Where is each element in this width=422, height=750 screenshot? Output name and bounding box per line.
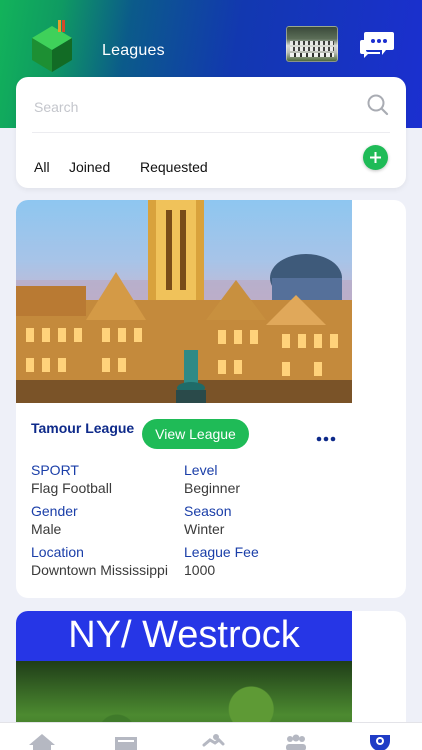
plus-icon — [370, 152, 381, 163]
search-icon[interactable] — [366, 93, 390, 117]
more-dots-icon[interactable] — [316, 436, 336, 442]
tab-all[interactable]: All — [34, 159, 50, 175]
bottom-tab-bar — [0, 722, 422, 750]
location-label: Location — [31, 544, 84, 560]
fee-value: 1000 — [184, 562, 216, 578]
add-league-button[interactable] — [363, 145, 388, 170]
gender-label: Gender — [31, 503, 78, 519]
page-title: Leagues — [102, 42, 165, 59]
sport-value: Flag Football — [31, 480, 112, 496]
view-league-button[interactable]: View League — [142, 419, 249, 449]
team-photo-avatar[interactable] — [286, 26, 338, 62]
gender-value: Male — [31, 521, 62, 537]
teams-icon[interactable] — [282, 733, 310, 750]
search-input[interactable] — [34, 95, 354, 119]
activity-icon[interactable] — [198, 733, 226, 750]
home-icon[interactable] — [28, 733, 56, 750]
level-label: Level — [184, 462, 218, 478]
season-value: Winter — [184, 521, 225, 537]
tab-joined[interactable]: Joined — [69, 159, 110, 175]
level-value: Beginner — [184, 480, 241, 496]
chat-bubbles-icon[interactable] — [360, 30, 396, 60]
league-banner-text[interactable]: NY/ Westrock — [16, 611, 352, 661]
league-name[interactable]: Tamour League — [31, 420, 134, 436]
news-icon[interactable] — [112, 733, 140, 750]
sport-label: SPORT — [31, 462, 79, 478]
tab-requested[interactable]: Requested — [140, 159, 208, 175]
location-value: Downtown Mississippi — [31, 562, 168, 578]
search-card: All Joined Requested — [16, 77, 406, 188]
league-card: Tamour League View League SPORT Flag Foo… — [16, 200, 406, 598]
fee-label: League Fee — [184, 544, 259, 560]
season-label: Season — [184, 503, 232, 519]
league-badge-icon[interactable] — [366, 733, 394, 750]
app-logo-icon[interactable] — [28, 18, 76, 74]
search-divider — [32, 132, 390, 133]
league-cover-image[interactable] — [16, 200, 352, 403]
